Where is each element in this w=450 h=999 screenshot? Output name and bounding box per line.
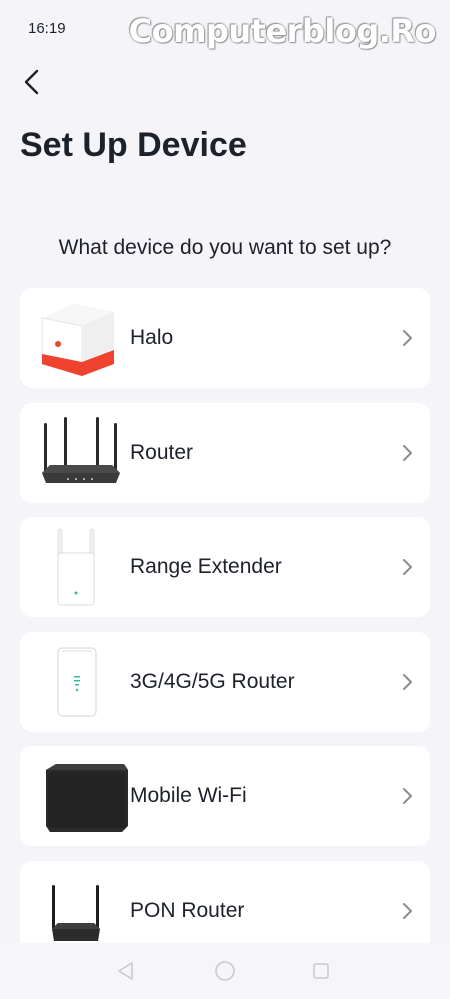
system-navigation-bar — [0, 943, 450, 999]
pon-router-device-icon — [52, 885, 100, 941]
chevron-right-icon — [403, 330, 412, 346]
device-item-router[interactable]: Router — [20, 403, 430, 503]
device-item-halo[interactable]: Halo — [20, 288, 430, 388]
halo-mesh-device-icon — [41, 304, 114, 377]
chevron-right-icon — [403, 445, 412, 461]
router-device-icon — [42, 417, 120, 483]
range-extender-device-icon — [57, 528, 95, 606]
status-time: 16:19 — [28, 20, 66, 37]
device-label-mobile-wifi: Mobile Wi-Fi — [130, 784, 247, 807]
nav-back-button[interactable] — [114, 959, 138, 983]
device-label-mobile-router: 3G/4G/5G Router — [130, 670, 295, 693]
screen: 16:19 Computerblog.Ro Set Up Device What… — [0, 0, 450, 999]
device-label-pon-router: PON Router — [130, 899, 245, 922]
device-item-range-extender[interactable]: Range Extender — [20, 517, 430, 617]
chevron-right-icon — [403, 674, 412, 690]
back-triangle-icon — [118, 962, 133, 980]
device-label-halo: Halo — [130, 326, 174, 349]
status-bar: 16:19 Computerblog.Ro — [0, 0, 450, 60]
recents-square-icon — [313, 963, 329, 979]
mobile-router-device-icon — [57, 647, 97, 717]
device-item-mobile-wifi[interactable]: Mobile Wi-Fi — [20, 746, 430, 846]
device-label-range-extender: Range Extender — [130, 555, 282, 578]
chevron-right-icon — [403, 903, 412, 919]
nav-home-button[interactable] — [213, 959, 237, 983]
chevron-right-icon — [403, 559, 412, 575]
mobile-wifi-device-icon — [46, 764, 128, 832]
chevron-left-icon — [24, 69, 39, 95]
home-circle-icon — [215, 961, 235, 981]
page-title: Set Up Device — [20, 126, 247, 164]
chevron-right-icon — [403, 788, 412, 804]
device-label-router: Router — [130, 441, 194, 464]
watermark: Computerblog.Ro — [128, 12, 437, 50]
nav-recents-button[interactable] — [309, 959, 333, 983]
setup-question: What device do you want to set up? — [58, 236, 392, 259]
device-item-mobile-router[interactable]: 3G/4G/5G Router — [20, 632, 430, 732]
back-button[interactable] — [18, 64, 48, 100]
